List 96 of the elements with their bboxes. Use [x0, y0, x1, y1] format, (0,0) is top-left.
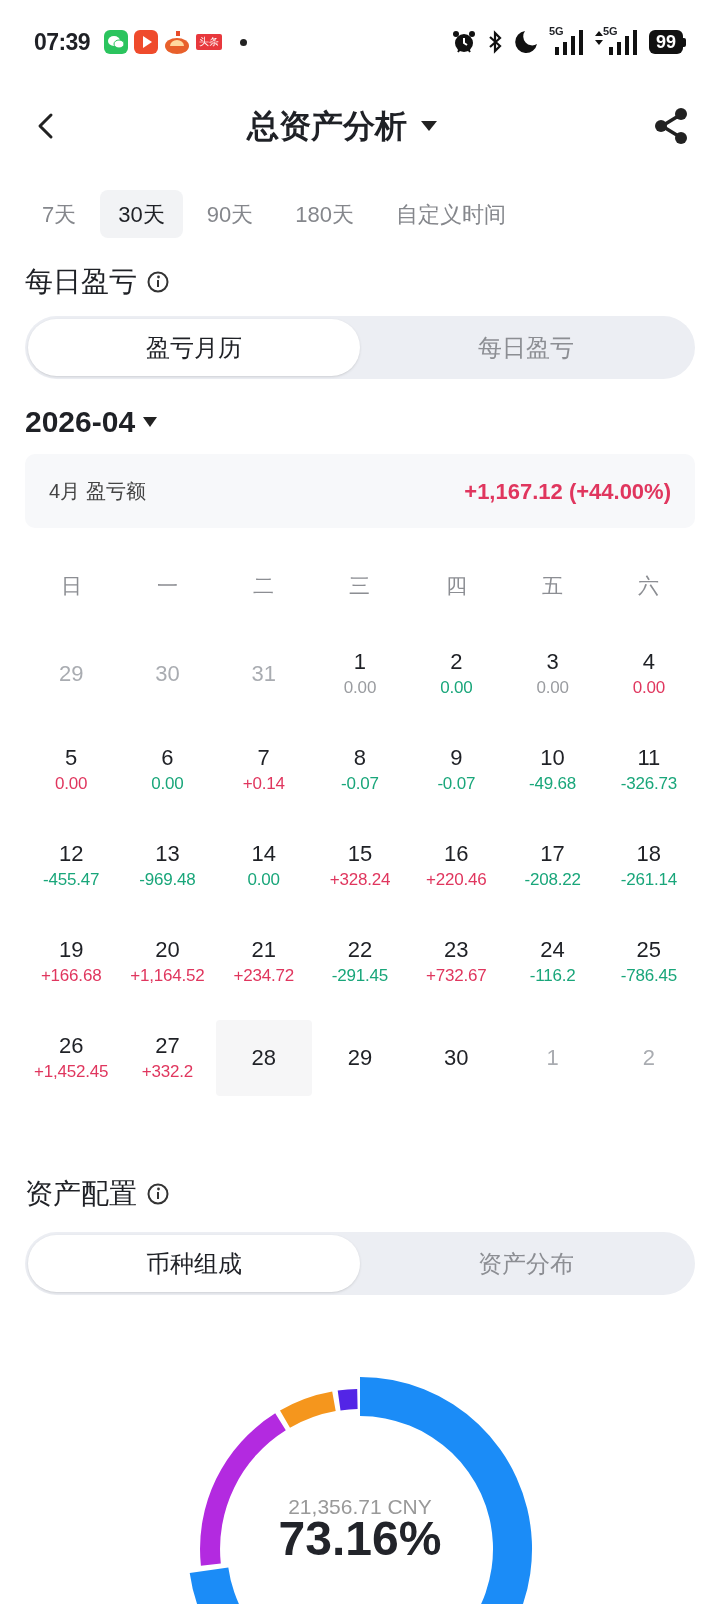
- summary-value: +1,167.12 (+44.00%): [464, 477, 671, 506]
- info-icon[interactable]: [147, 271, 169, 293]
- daily-pnl-value: -0.07: [341, 773, 379, 795]
- weekday-label: 四: [444, 573, 468, 599]
- status-time: 07:39: [34, 27, 90, 57]
- calendar-day[interactable]: 3: [546, 648, 559, 676]
- calendar-day[interactable]: 19: [58, 936, 84, 964]
- battery-tip: [683, 37, 686, 47]
- calendar-day[interactable]: 5: [65, 744, 78, 772]
- daily-pnl-value: 0.00: [343, 677, 377, 699]
- calendar-day[interactable]: 23: [444, 936, 469, 964]
- daily-pnl-value: -208.22: [524, 869, 581, 891]
- daily-pnl-value: 0.00: [247, 869, 280, 891]
- daily-pnl-value: +328.24: [329, 869, 391, 891]
- segment-tab[interactable]: 币种组成: [28, 1235, 360, 1292]
- calendar-day[interactable]: 13: [155, 840, 180, 868]
- fruit-app-icon: [163, 30, 190, 54]
- calendar-day[interactable]: 8: [353, 744, 367, 772]
- daily-pnl-value: +0.14: [242, 773, 285, 795]
- donut-slice[interactable]: [337, 1389, 358, 1411]
- calendar-day[interactable]: 20: [155, 936, 180, 964]
- range-tab[interactable]: 自定义时间: [377, 190, 524, 238]
- daily-pnl-value: +332.2: [141, 1061, 194, 1083]
- daily-pnl-value: -455.47: [43, 869, 100, 891]
- range-tab[interactable]: 180天: [277, 190, 372, 238]
- alarm-icon: [450, 29, 477, 55]
- calendar-day[interactable]: 28: [251, 1044, 276, 1072]
- calendar-day[interactable]: 6: [161, 744, 174, 772]
- daily-pnl-value: 0.00: [536, 677, 569, 699]
- daily-pnl-value: 0.00: [55, 773, 88, 795]
- news-app-icon: 头条: [195, 34, 222, 50]
- calendar-day[interactable]: 21: [251, 936, 276, 964]
- daily-pnl-value: +732.67: [426, 965, 487, 987]
- daily-pnl-value: 0.00: [151, 773, 184, 795]
- daily-pnl-value: +1,164.52: [130, 965, 205, 987]
- weekday-label: 五: [541, 573, 565, 599]
- section-title: 每日盈亏: [25, 265, 137, 299]
- calendar-day[interactable]: 14: [251, 840, 276, 868]
- title-dropdown[interactable]: 总资产分析: [247, 106, 437, 146]
- calendar-day[interactable]: 25: [636, 936, 662, 964]
- play-app-icon: [133, 30, 158, 54]
- range-tab[interactable]: 7天: [24, 190, 95, 238]
- calendar-day[interactable]: 7: [257, 744, 270, 772]
- weekday-label: 一: [155, 573, 179, 599]
- daily-pnl-value: +1,452.45: [34, 1061, 109, 1083]
- calendar-day[interactable]: 16: [444, 840, 469, 868]
- data-arrows-icon: [594, 31, 603, 45]
- network-type: 5G: [548, 26, 564, 37]
- caret-icon: [421, 121, 437, 131]
- calendar-day[interactable]: 27: [155, 1032, 180, 1060]
- caret-icon: [143, 417, 158, 427]
- segment-tab[interactable]: 盈亏月历: [28, 319, 360, 376]
- selected-day[interactable]: 28: [215, 1020, 312, 1096]
- calendar-day[interactable]: 12: [58, 840, 84, 868]
- daily-pnl-value: -786.45: [620, 965, 677, 987]
- range-tab[interactable]: 30天: [100, 190, 183, 238]
- daily-pnl-value: 0.00: [632, 677, 665, 699]
- weekday-label: 三: [348, 573, 372, 599]
- weekday-label: 六: [637, 573, 661, 599]
- daily-pnl-value: +166.68: [40, 965, 102, 987]
- calendar-day[interactable]: 4: [642, 648, 655, 676]
- calendar-day[interactable]: 22: [347, 936, 373, 964]
- daily-pnl-value: -49.68: [529, 773, 577, 795]
- network-type: 5G: [602, 26, 618, 37]
- daily-pnl-value: -326.73: [620, 773, 677, 795]
- calendar-day[interactable]: 26: [58, 1032, 84, 1060]
- weekday-label: 二: [252, 573, 276, 599]
- calendar-day[interactable]: 11: [637, 744, 661, 772]
- month-picker[interactable]: 2026-04: [25, 397, 158, 447]
- battery-level: 99: [648, 30, 683, 54]
- daily-pnl-value: 0.00: [440, 677, 473, 699]
- daily-pnl-value: -291.45: [331, 965, 389, 987]
- daily-pnl-value: +220.46: [426, 869, 487, 891]
- calendar-day[interactable]: 30: [444, 1044, 469, 1072]
- weekday-label: 日: [59, 573, 83, 599]
- summary-label: 4月 盈亏额: [49, 479, 146, 504]
- calendar-day[interactable]: 10: [540, 744, 565, 772]
- daily-pnl-value: -261.14: [620, 869, 677, 891]
- info-icon[interactable]: [147, 1183, 169, 1205]
- chat-app-icon: [103, 30, 128, 54]
- calendar-day[interactable]: 9: [450, 744, 463, 772]
- range-tab[interactable]: 90天: [188, 190, 272, 238]
- moon-icon: [512, 29, 539, 55]
- calendar-day[interactable]: 15: [347, 840, 373, 868]
- daily-pnl-value: +234.72: [233, 965, 294, 987]
- daily-pnl-value: -116.2: [529, 965, 576, 987]
- calendar-day[interactable]: 2: [450, 648, 463, 676]
- calendar-day[interactable]: 29: [347, 1044, 373, 1072]
- calendar-day[interactable]: 18: [636, 840, 662, 868]
- daily-pnl-value: -0.07: [437, 773, 476, 795]
- daily-pnl-value: -969.48: [139, 869, 196, 891]
- section-title: 资产配置: [25, 1177, 137, 1211]
- calendar-day[interactable]: 24: [540, 936, 565, 964]
- calendar-day[interactable]: 17: [540, 840, 565, 868]
- share-icon[interactable]: [652, 107, 690, 145]
- calendar-day[interactable]: 1: [353, 648, 367, 676]
